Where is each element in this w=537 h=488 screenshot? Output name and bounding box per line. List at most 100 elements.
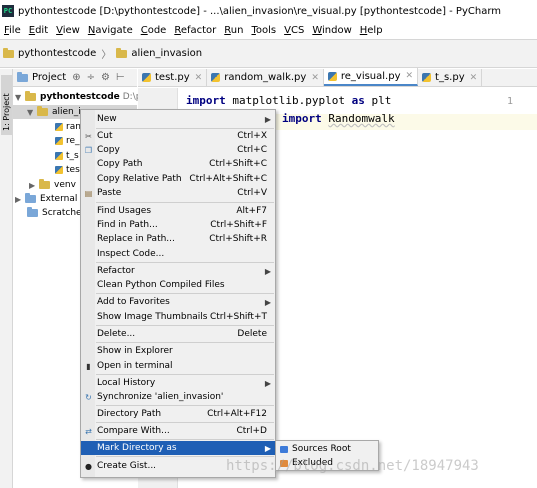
menu-item-delete[interactable]: Delete... Delete <box>81 327 275 341</box>
menu-item-synchronize[interactable]: ↻ Synchronize 'alien_invasion' <box>81 390 275 404</box>
context-menu: New ▶ ✂ Cut Ctrl+X ❐ Copy Ctrl+C Copy Path Ctr… <box>80 109 276 478</box>
menu-item-show-in-explorer[interactable]: Show in Explorer <box>81 344 275 358</box>
tab-re-visual-py[interactable]: re_visual.py ✕ <box>323 68 419 86</box>
menu-item-copy-relative-path[interactable]: Copy Relative Path Ctrl+Alt+Shift+C <box>81 172 275 186</box>
tree-item-file[interactable]: tes <box>55 163 80 177</box>
menu-separator <box>96 262 274 263</box>
menu-item-show-thumbnails[interactable]: Show Image Thumbnails Ctrl+Shift+T <box>81 310 275 324</box>
python-file-icon <box>55 123 63 131</box>
close-icon[interactable]: ✕ <box>406 71 414 81</box>
terminal-icon: ▮ <box>86 361 91 371</box>
code-line-2[interactable]: import Randomwalk <box>282 112 395 125</box>
menu-run[interactable]: Run <box>220 25 247 36</box>
tree-item-scratches[interactable]: Scratches <box>27 206 86 220</box>
close-icon[interactable]: ✕ <box>311 73 319 83</box>
menu-refactor[interactable]: Refactor <box>170 25 220 36</box>
chevron-right-icon[interactable]: ▶ <box>15 195 25 204</box>
menu-item-mark-directory-as[interactable]: Mark Directory as ▶ <box>81 441 275 455</box>
chevron-right-icon[interactable]: ▶ <box>29 181 39 190</box>
python-file-icon <box>142 73 151 82</box>
menu-help[interactable]: Help <box>356 25 387 36</box>
menu-vcs[interactable]: VCS <box>280 25 308 36</box>
python-file-icon <box>55 166 63 174</box>
menu-separator <box>96 293 274 294</box>
tree-item-file[interactable]: t_s <box>55 149 79 163</box>
scratches-icon <box>27 207 38 217</box>
menu-view[interactable]: View <box>52 25 84 36</box>
menu-item-directory-path[interactable]: Directory Path Ctrl+Alt+F12 <box>81 407 275 421</box>
chevron-down-icon[interactable]: ▼ <box>15 93 25 102</box>
menu-item-add-to-favorites[interactable]: Add to Favorites ▶ <box>81 295 275 309</box>
editor-tabs: test.py ✕ random_walk.py ✕ re_visual.py ✕ t… <box>138 68 537 87</box>
menu-item-refactor[interactable]: Refactor ▶ <box>81 264 275 278</box>
python-file-icon <box>55 152 63 160</box>
menu-item-cut[interactable]: ✂ Cut Ctrl+X <box>81 129 275 143</box>
menu-item-local-history[interactable]: Local History ▶ <box>81 376 275 390</box>
line-number: 1 <box>506 96 513 107</box>
menu-item-copy-path[interactable]: Copy Path Ctrl+Shift+C <box>81 157 275 171</box>
breadcrumb-child[interactable]: alien_invasion <box>116 47 202 59</box>
tree-item-venv[interactable]: ▶ venv <box>29 178 76 192</box>
project-tool-tab[interactable]: 1: Project <box>1 75 12 135</box>
code-line-1[interactable]: import matplotlib.pyplot as plt <box>186 94 391 107</box>
paste-icon: ▤ <box>84 188 93 198</box>
pycharm-window: PC pythontestcode [D:\pythontestcode] - … <box>0 0 537 488</box>
compare-icon: ⇄ <box>85 426 92 436</box>
menu-separator <box>96 405 274 406</box>
tab-test-py[interactable]: test.py ✕ <box>138 69 208 86</box>
chevron-right-icon: ▶ <box>264 378 271 388</box>
menu-item-find-in-path[interactable]: Find in Path... Ctrl+Shift+F <box>81 218 275 232</box>
menu-item-replace-in-path[interactable]: Replace in Path... Ctrl+Shift+R <box>81 232 275 246</box>
menu-item-sources-root[interactable]: Sources Root <box>276 442 378 456</box>
pycharm-logo-icon: PC <box>2 5 14 17</box>
tab-t-s-py[interactable]: t_s.py ✕ <box>418 69 483 86</box>
menu-item-open-in-terminal[interactable]: ▮ Open in terminal <box>81 359 275 373</box>
menu-separator <box>96 422 274 423</box>
menu-tools[interactable]: Tools <box>247 25 280 36</box>
menu-separator <box>96 439 274 440</box>
tool-window-strip: 1: Project <box>0 69 13 488</box>
tree-item-file[interactable]: ran <box>55 120 81 134</box>
hide-icon[interactable]: ⊢ <box>116 72 125 83</box>
globe-icon[interactable]: ⊕ <box>72 72 80 83</box>
menu-edit[interactable]: Edit <box>25 25 52 36</box>
menu-bar: File Edit View Navigate Code Refactor Ru… <box>0 22 537 38</box>
menu-navigate[interactable]: Navigate <box>84 25 137 36</box>
menu-separator <box>96 342 274 343</box>
menu-code[interactable]: Code <box>137 25 171 36</box>
menu-item-new[interactable]: New ▶ <box>81 112 275 126</box>
sources-root-folder-icon <box>280 445 288 453</box>
chevron-right-icon: ▶ <box>264 114 271 124</box>
window-title: pythontestcode [D:\pythontestcode] - ...… <box>18 5 502 17</box>
menu-item-paste[interactable]: ▤ Paste Ctrl+V <box>81 186 275 200</box>
refresh-icon: ↻ <box>85 392 92 402</box>
menu-item-clean-compiled[interactable]: Clean Python Compiled Files <box>81 278 275 292</box>
project-view-selector[interactable]: Project <box>32 72 66 83</box>
tab-random-walk-py[interactable]: random_walk.py ✕ <box>207 69 324 86</box>
python-file-icon <box>55 137 63 145</box>
copy-icon: ❐ <box>84 145 93 155</box>
folder-icon <box>39 179 50 189</box>
menu-item-compare-with[interactable]: ⇄ Compare With... Ctrl+D <box>81 424 275 438</box>
menu-window[interactable]: Window <box>308 25 355 36</box>
chevron-right-icon: ▶ <box>264 297 271 307</box>
github-icon: ● <box>85 461 92 471</box>
menu-item-find-usages[interactable]: Find Usages Alt+F7 <box>81 204 275 218</box>
tree-item-external-libraries[interactable]: ▶ External L <box>15 192 85 206</box>
close-icon[interactable]: ✕ <box>470 73 478 83</box>
collapse-icon[interactable]: ÷ <box>87 72 95 83</box>
breadcrumb-root[interactable]: pythontestcode <box>3 47 96 59</box>
tree-item-file[interactable]: re_ <box>55 134 80 148</box>
watermark: https://blog.csdn.net/18947943 <box>226 458 479 474</box>
menu-file[interactable]: File <box>0 25 25 36</box>
menu-item-copy[interactable]: ❐ Copy Ctrl+C <box>81 143 275 157</box>
menu-item-inspect-code[interactable]: Inspect Code... <box>81 247 275 261</box>
menu-separator <box>96 456 274 457</box>
close-icon[interactable]: ✕ <box>195 73 203 83</box>
tree-item-root[interactable]: ▼ pythontestcode D:\pyt <box>15 90 150 104</box>
project-panel-header: Project ⊕ ÷ ⚙ ⊢ <box>13 69 137 87</box>
chevron-down-icon[interactable]: ▼ <box>27 108 37 117</box>
folder-icon <box>25 91 36 101</box>
gear-icon[interactable]: ⚙ <box>101 72 110 83</box>
python-file-icon <box>422 73 432 82</box>
